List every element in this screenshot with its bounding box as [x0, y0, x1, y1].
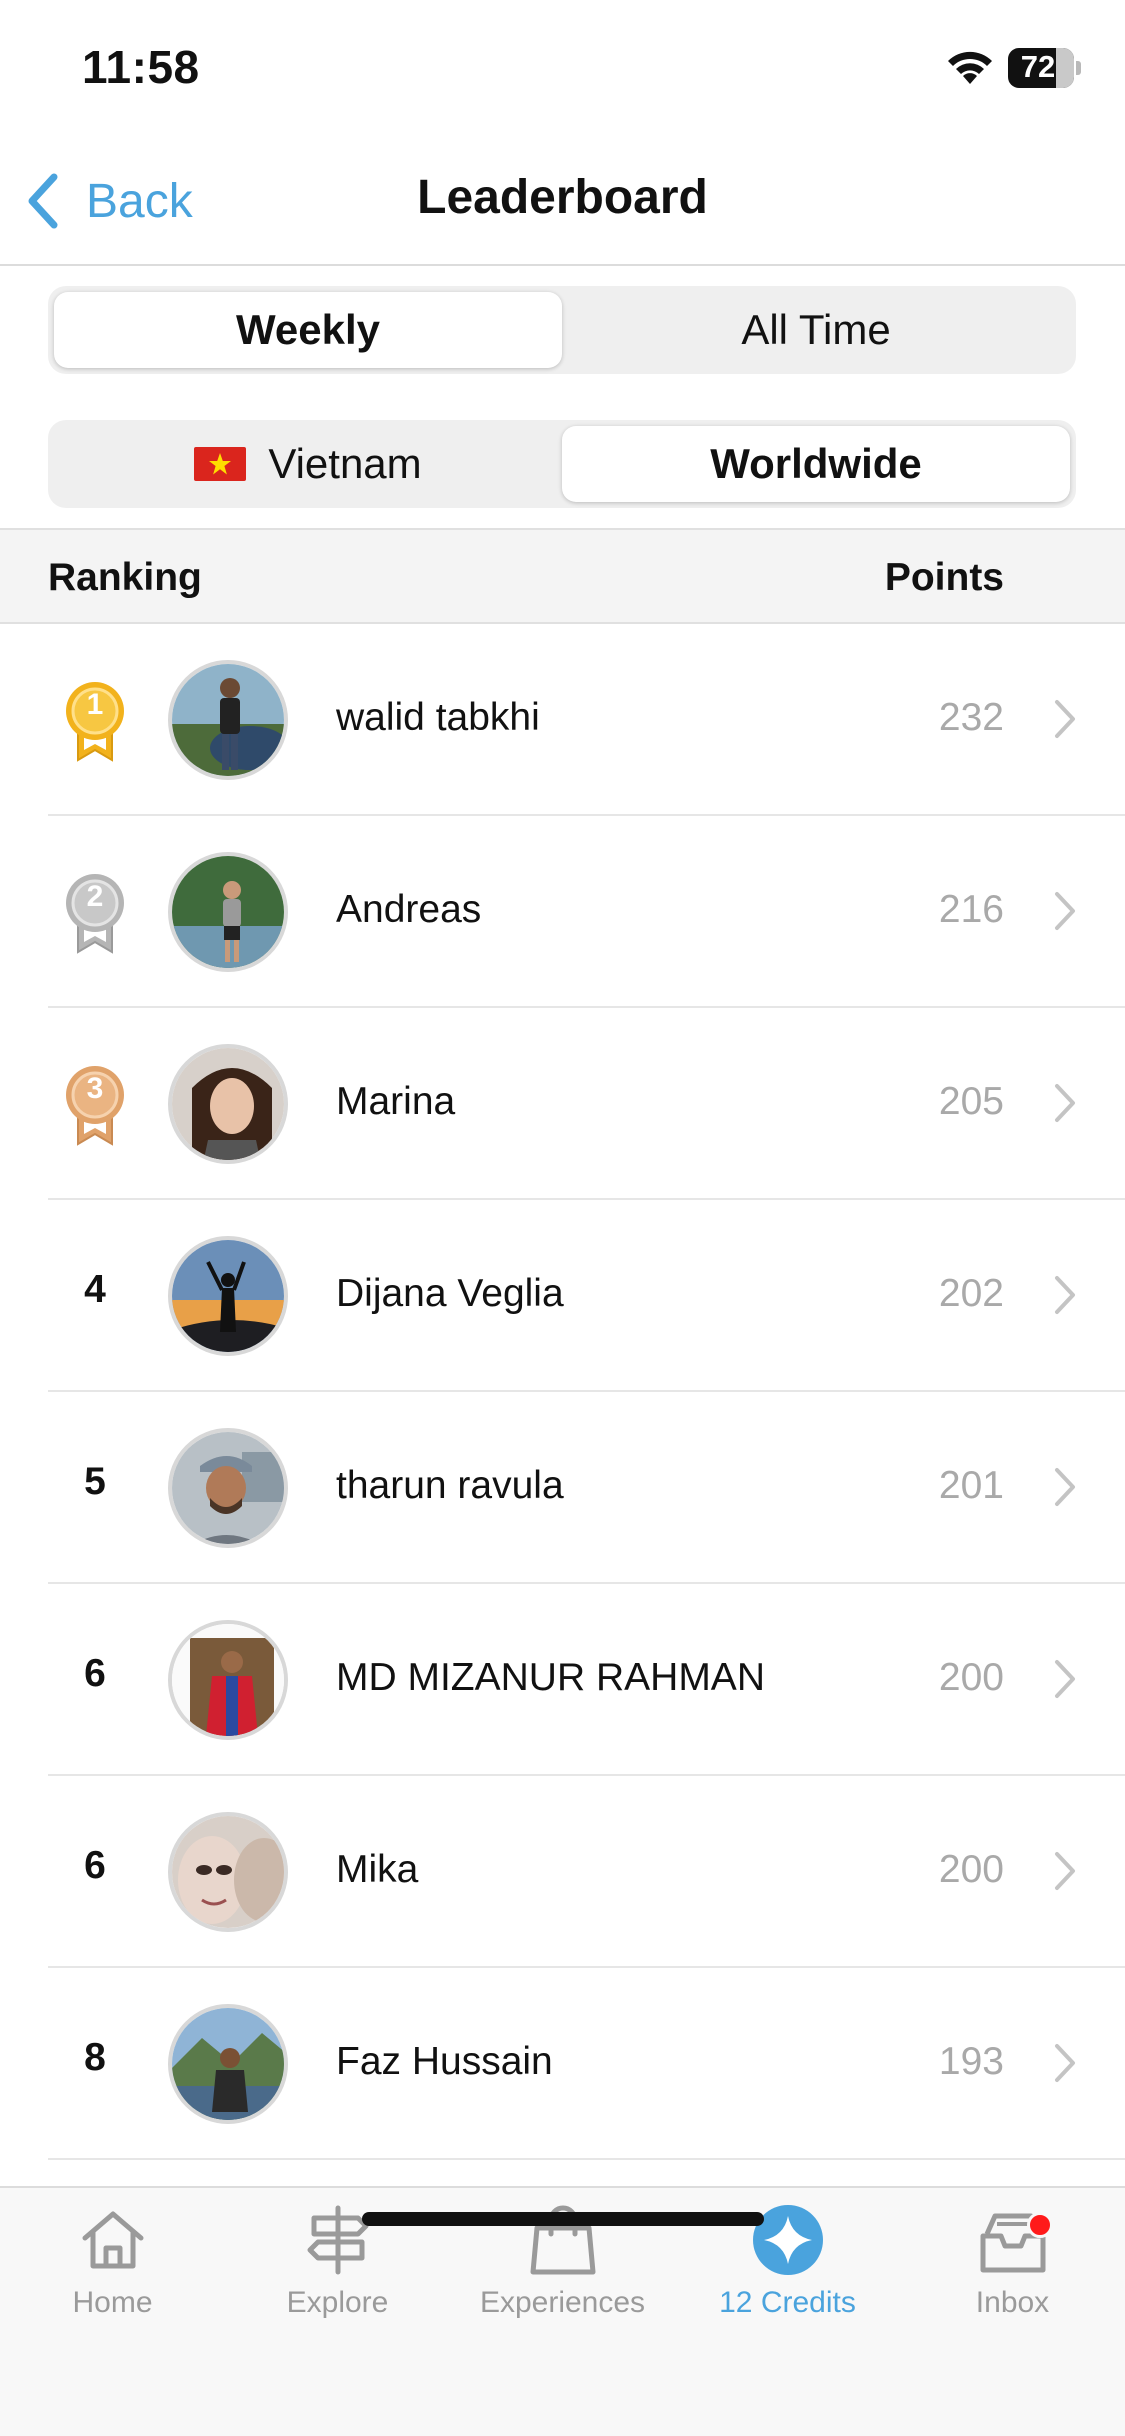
tab-home[interactable]: Home [0, 2204, 225, 2354]
segment-vietnam[interactable]: Vietnam [54, 426, 562, 502]
leaderboard-row[interactable]: 6 MD MIZANUR RAHMAN 200 [0, 1584, 1125, 1776]
chevron-right-icon [1055, 700, 1075, 738]
chevron-right-icon [1055, 1468, 1075, 1506]
tab-credits[interactable]: 12 Credits [675, 2204, 900, 2354]
avatar [168, 1620, 288, 1740]
wifi-icon [948, 51, 992, 84]
avatar [168, 1236, 288, 1356]
tab-experiences-label: Experiences [479, 2286, 646, 2319]
scope-segmented-control: Vietnam Worldwide [48, 420, 1076, 508]
leaderboard-row[interactable]: 5 tharun ravula 201 [0, 1392, 1125, 1584]
header-ranking: Ranking [48, 556, 202, 599]
chevron-right-icon [1055, 1276, 1075, 1314]
status-time: 11:58 [82, 41, 200, 93]
user-name: Dijana Veglia [336, 1272, 564, 1315]
rank-number: 5 [84, 1460, 106, 1503]
notification-badge [1027, 2212, 1053, 2238]
leaderboard-row[interactable]: 8 Faz Hussain 193 [0, 1968, 1125, 2160]
avatar [168, 660, 288, 780]
rank-number: 4 [84, 1268, 106, 1311]
page-title: Leaderboard [417, 171, 708, 224]
leaderboard-row[interactable]: 6 Mika 200 [0, 1776, 1125, 1968]
user-name: Andreas [336, 888, 482, 931]
avatar [168, 1428, 288, 1548]
chevron-right-icon [1055, 892, 1075, 930]
leaderboard-list: 1 walid tabkhi 232 2 Andreas 216 3 Marin… [0, 624, 1125, 2160]
user-points: 232 [938, 696, 1004, 739]
vietnam-flag-icon [194, 447, 247, 481]
header-points: Points [884, 556, 1004, 599]
rank-number: 6 [84, 1652, 106, 1695]
tab-explore[interactable]: Explore [225, 2204, 450, 2354]
tab-inbox-label: Inbox [975, 2286, 1050, 2319]
tab-explore-label: Explore [286, 2286, 389, 2319]
home-indicator [362, 2212, 764, 2226]
user-name: Faz Hussain [336, 2040, 553, 2083]
status-bar: 11:58 72 [0, 0, 1125, 140]
chevron-right-icon [1055, 1852, 1075, 1890]
user-name: MD MIZANUR RAHMAN [336, 1656, 765, 1699]
user-name: walid tabkhi [336, 696, 540, 739]
user-name: tharun ravula [336, 1464, 564, 1507]
user-points: 193 [938, 2040, 1004, 2083]
rank-number: 8 [84, 2036, 106, 2079]
tab-credits-label: 12 Credits [719, 2286, 856, 2319]
period-segmented-control: Weekly All Time [48, 286, 1076, 374]
segment-vietnam-label: Vietnam [268, 440, 422, 487]
avatar [168, 1044, 288, 1164]
user-points: 201 [938, 1464, 1004, 1507]
tab-experiences[interactable]: Experiences [450, 2204, 675, 2354]
chevron-right-icon [1055, 1660, 1075, 1698]
user-points: 200 [938, 1848, 1004, 1891]
leaderboard-row[interactable]: 1 walid tabkhi 232 [0, 624, 1125, 816]
user-points: 200 [938, 1656, 1004, 1699]
rank-number: 3 [86, 1072, 104, 1105]
user-name: Marina [336, 1080, 456, 1123]
user-points: 216 [938, 888, 1004, 931]
user-points: 205 [938, 1080, 1004, 1123]
leaderboard-row[interactable]: 4 Dijana Veglia 202 [0, 1200, 1125, 1392]
tab-inbox[interactable]: Inbox [900, 2204, 1125, 2354]
home-icon [82, 2211, 143, 2269]
rank-number: 1 [86, 688, 104, 721]
avatar [168, 852, 288, 972]
segment-weekly[interactable]: Weekly [54, 292, 562, 368]
avatar [168, 2004, 288, 2124]
rank-number: 6 [84, 1844, 106, 1887]
chevron-right-icon [1055, 2044, 1075, 2082]
tab-home-label: Home [72, 2286, 153, 2319]
leaderboard-row[interactable]: 3 Marina 205 [0, 1008, 1125, 1200]
battery-icon: 72 [1008, 48, 1081, 88]
segment-worldwide[interactable]: Worldwide [562, 426, 1070, 502]
navigation-bar: Back Leaderboard [0, 140, 1125, 266]
leaderboard-header: Ranking Points [0, 528, 1125, 624]
user-name: Mika [336, 1848, 419, 1891]
rank-number: 2 [86, 880, 104, 913]
avatar [168, 1812, 288, 1932]
chevron-right-icon [1055, 1084, 1075, 1122]
segment-all-time[interactable]: All Time [562, 292, 1070, 368]
user-points: 202 [938, 1272, 1004, 1315]
battery-level: 72 [1020, 49, 1056, 84]
leaderboard-row[interactable]: 2 Andreas 216 [0, 816, 1125, 1008]
